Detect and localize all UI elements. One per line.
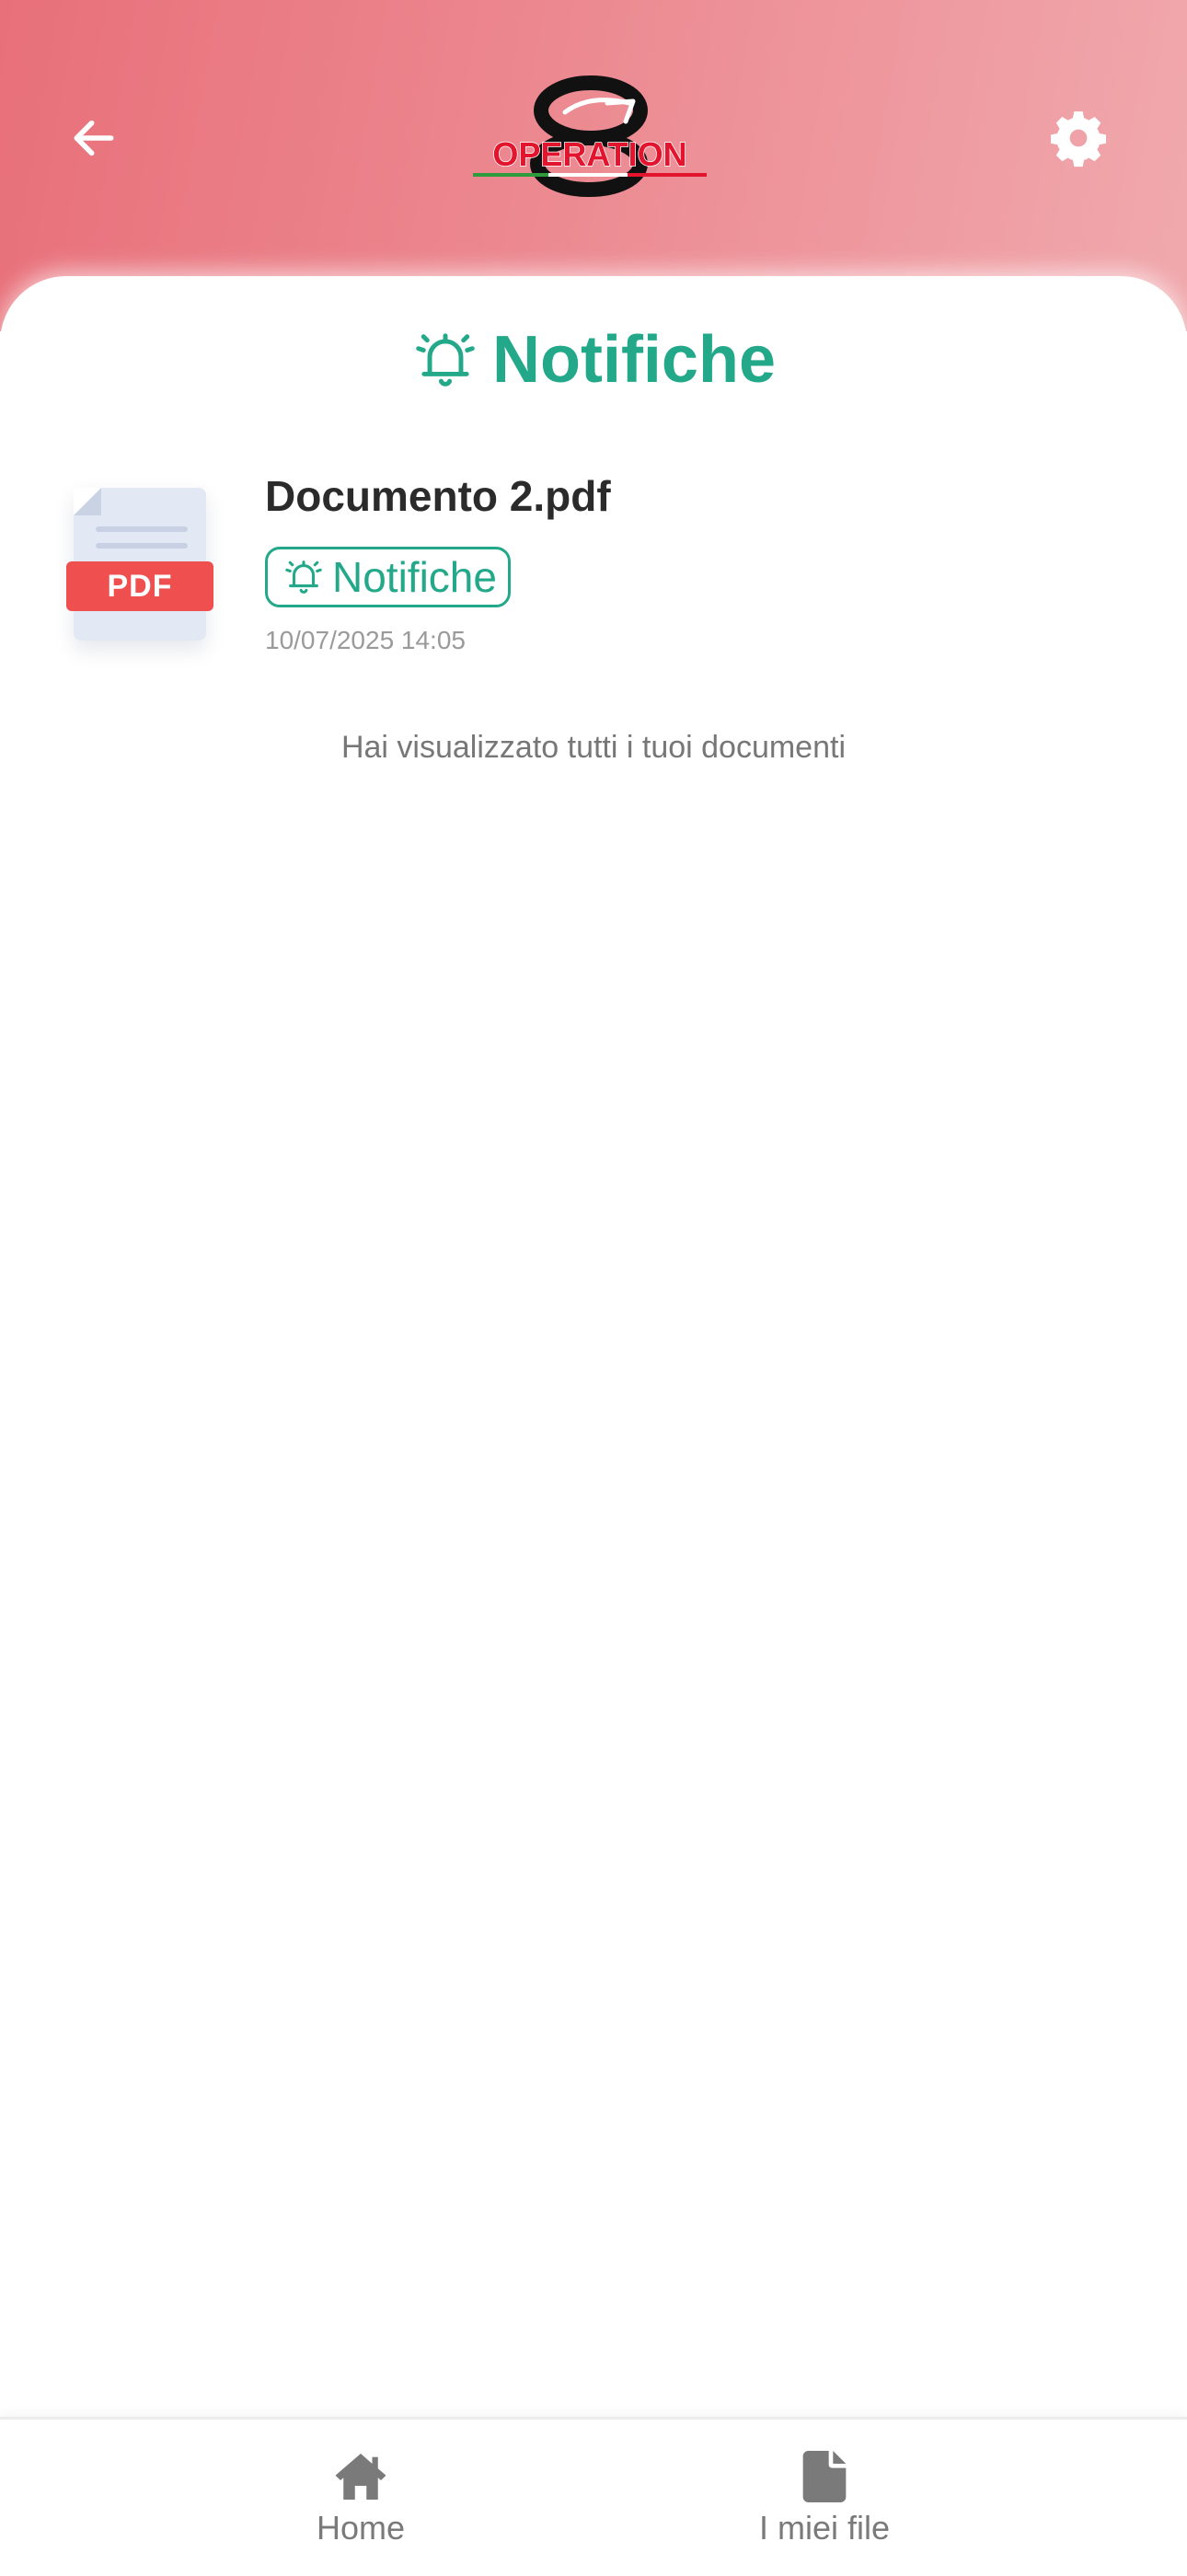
document-category-tag: Notifiche [265, 547, 511, 607]
document-list-item[interactable]: PDF Documento 2.pdf Notifiche 10/07/2025… [57, 469, 1124, 681]
document-datetime: 10/07/2025 14:05 [265, 626, 466, 654]
nav-label-my-files: I miei file [758, 2509, 891, 2547]
settings-button[interactable] [1040, 99, 1117, 177]
nav-label-home: Home [316, 2509, 406, 2547]
bell-ring-icon [416, 333, 475, 387]
home-icon [335, 2454, 386, 2500]
nav-item-my-files[interactable]: I miei file [686, 2451, 962, 2548]
bell-ring-icon [285, 560, 322, 594]
page-title-text: Notifiche [491, 323, 776, 397]
document-tag-label: Notifiche [332, 553, 497, 601]
gear-icon [1051, 111, 1106, 167]
operation-logo: OPERATION [469, 75, 718, 197]
back-button[interactable] [57, 101, 131, 175]
logo-text: OPERATION [492, 135, 688, 174]
file-type-badge: PDF [66, 561, 213, 611]
main-content: Notifiche PDF Documento 2.pdf Notifiche [0, 276, 1187, 2420]
pdf-file-icon: PDF [57, 469, 223, 653]
page-title: Notifiche [0, 318, 1187, 401]
arrow-left-icon [74, 120, 114, 156]
document-name: Documento 2.pdf [265, 472, 611, 520]
end-of-list-message: Hai visualizzato tutti i tuoi documenti [340, 730, 847, 765]
nav-item-home[interactable]: Home [223, 2451, 499, 2548]
file-icon [802, 2451, 847, 2502]
bottom-navigation: Home I miei file [0, 2417, 1187, 2576]
